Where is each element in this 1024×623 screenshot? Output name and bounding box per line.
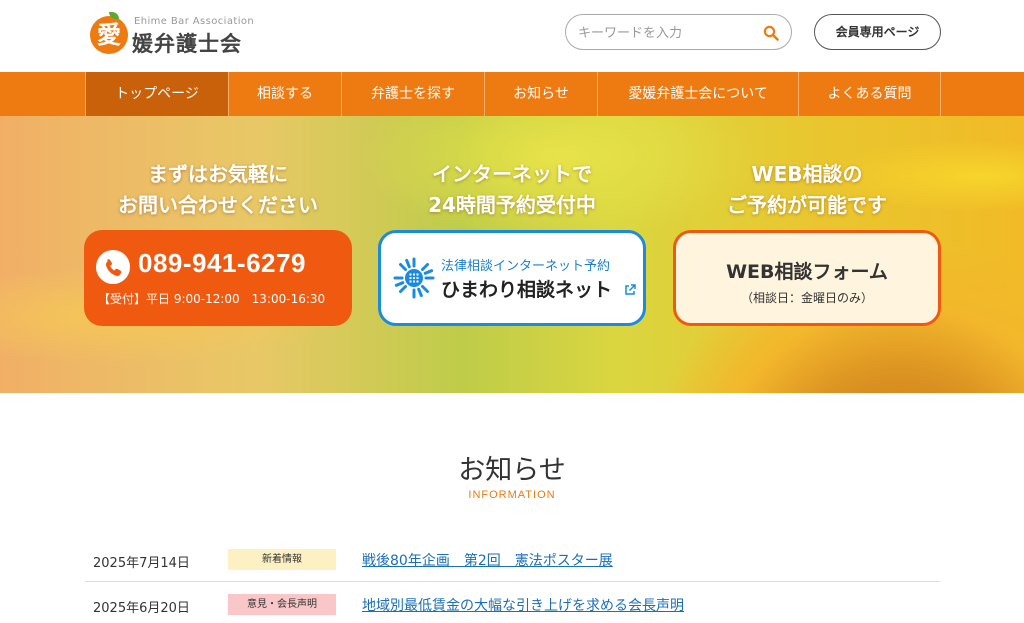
hero-phone-heading-line1: まずはお気軽に: [148, 162, 288, 186]
news-item: 2025年6月20日 意見・会長声明 地域別最低賃金の大幅な引き上げを求める会長…: [85, 583, 940, 623]
web-consult-card[interactable]: WEB相談フォーム （相談日：金曜日のみ）: [673, 230, 941, 326]
hero-net-heading: インターネットで 24時間予約受付中: [372, 159, 652, 221]
himawari-net-card[interactable]: 法律相談インターネット予約 ひまわり相談ネット: [378, 230, 646, 326]
hero-web-heading-line2: ご予約が可能です: [727, 193, 887, 217]
external-link-icon: [625, 284, 636, 295]
hero-web-heading-line1: WEB相談の: [751, 162, 863, 186]
nav-item-news[interactable]: お知らせ: [485, 72, 598, 116]
hero-web-heading: WEB相談の ご予約が可能です: [667, 159, 947, 221]
news-category-badge: 意見・会長声明: [228, 594, 336, 615]
hero-banner: まずはお気軽に お問い合わせください インターネットで 24時間予約受付中 WE…: [0, 116, 1024, 393]
news-category-badge: 新着情報: [228, 549, 336, 570]
phone-number: 089-941-6279: [138, 248, 306, 278]
search-icon[interactable]: [763, 25, 779, 41]
web-consult-title: WEB相談フォーム: [726, 261, 888, 283]
information-title: お知らせ: [458, 455, 566, 486]
nav-item-find-lawyer[interactable]: 弁護士を探す: [342, 72, 485, 116]
site-logo[interactable]: 愛 Ehime Bar Association 媛弁護士会: [90, 12, 260, 60]
nav-item-about[interactable]: 愛媛弁護士会について: [598, 72, 799, 116]
sunflower-icon: [393, 257, 435, 299]
search-box: [565, 14, 792, 50]
hero-net-heading-line2: 24時間予約受付中: [428, 193, 596, 217]
news-date: 2025年7月14日: [93, 556, 190, 571]
logo-english-text: Ehime Bar Association: [134, 16, 255, 27]
search-input[interactable]: [578, 22, 758, 44]
phone-contact-card[interactable]: 089-941-6279 【受付】平日 9:00-12:00 13:00-16:…: [84, 230, 352, 326]
nav-list: トップページ 相談する 弁護士を探す お知らせ 愛媛弁護士会について よくある質…: [85, 72, 941, 116]
phone-icon: [96, 250, 130, 284]
nav-item-consult[interactable]: 相談する: [229, 72, 342, 116]
himawari-net-subtitle: 法律相談インターネット予約: [441, 259, 611, 274]
news-date: 2025年6月20日: [93, 601, 190, 616]
site-header: 愛 Ehime Bar Association 媛弁護士会 会員専用ページ: [0, 0, 1024, 72]
hero-phone-heading: まずはお気軽に お問い合わせください: [78, 159, 358, 221]
phone-hours: 【受付】平日 9:00-12:00 13:00-16:30: [98, 292, 326, 306]
web-consult-note: （相談日：金曜日のみ）: [740, 291, 873, 305]
logo-japanese-text: 媛弁護士会: [132, 31, 242, 56]
news-item: 2025年7月14日 新着情報 戦後80年企画 第2回 憲法ポスター展: [85, 538, 940, 582]
main-nav: トップページ 相談する 弁護士を探す お知らせ 愛媛弁護士会について よくある質…: [0, 72, 1024, 116]
nav-item-top[interactable]: トップページ: [86, 72, 229, 116]
nav-item-faq[interactable]: よくある質問: [799, 72, 941, 116]
hero-net-heading-line1: インターネットで: [432, 162, 592, 186]
hero-phone-heading-line2: お問い合わせください: [118, 193, 318, 217]
logo-mark-icon: 愛: [90, 16, 128, 54]
news-title-link[interactable]: 戦後80年企画 第2回 憲法ポスター展: [362, 550, 613, 570]
himawari-net-title: ひまわり相談ネット: [441, 279, 613, 301]
member-page-button[interactable]: 会員専用ページ: [814, 14, 941, 50]
information-subtitle: INFORMATION: [468, 489, 556, 501]
news-title-link[interactable]: 地域別最低賃金の大幅な引き上げを求める会長声明: [362, 595, 684, 615]
